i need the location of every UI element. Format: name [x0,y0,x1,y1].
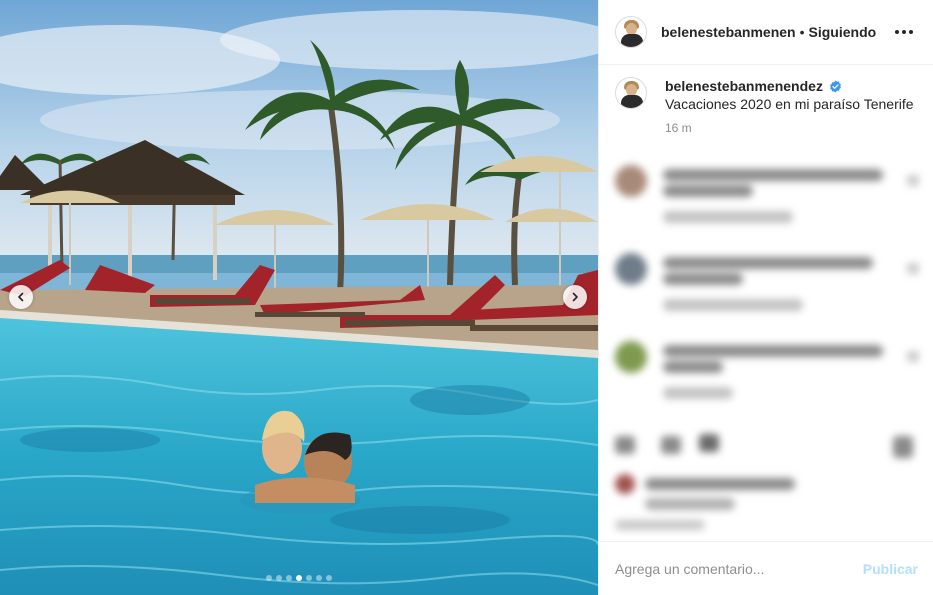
comment-composer: Publicar [599,541,933,595]
carousel-dot [276,575,282,581]
following-button[interactable]: Siguiendo [809,24,877,40]
actions-and-likes [615,432,925,532]
post-media [0,0,598,595]
carousel-prev-button[interactable] [9,285,33,309]
more-horizontal-icon [895,30,899,34]
carousel-dot [306,575,312,581]
verified-badge-icon [829,80,841,93]
more-options-button[interactable] [891,26,917,38]
header-separator: • [799,24,805,40]
caption-avatar[interactable] [615,77,647,109]
instagram-post: belenestebanmenen • Siguiendo belenesteb… [0,0,933,595]
caption-text-block: belenestebanmenendez Vacaciones 2020 en … [665,77,917,113]
comments-list [599,145,933,445]
post-time[interactable]: 16 m [665,121,933,135]
comment-item [615,163,925,233]
carousel-dot [296,575,302,581]
carousel-indicator [0,575,598,581]
comment-input[interactable] [615,560,863,577]
comment-item [615,339,925,409]
carousel-dot [266,575,272,581]
carousel-dot [286,575,292,581]
carousel-dot [326,575,332,581]
author-username[interactable]: belenestebanmenen [661,24,796,40]
publish-button[interactable]: Publicar [863,561,918,577]
chevron-right-icon [572,292,578,302]
post-header: belenestebanmenen • Siguiendo [599,0,933,65]
chevron-left-icon [18,292,24,302]
post-sidebar: belenestebanmenen • Siguiendo belenesteb… [598,0,933,595]
author-avatar[interactable] [615,16,647,48]
comment-item [615,251,925,321]
pool-photo [0,0,598,595]
carousel-next-button[interactable] [563,285,587,309]
carousel-dot [316,575,322,581]
caption-body: Vacaciones 2020 en mi paraíso Tenerife [665,96,914,112]
caption-username[interactable]: belenestebanmenendez [665,78,823,94]
post-caption: belenestebanmenendez Vacaciones 2020 en … [599,65,933,113]
